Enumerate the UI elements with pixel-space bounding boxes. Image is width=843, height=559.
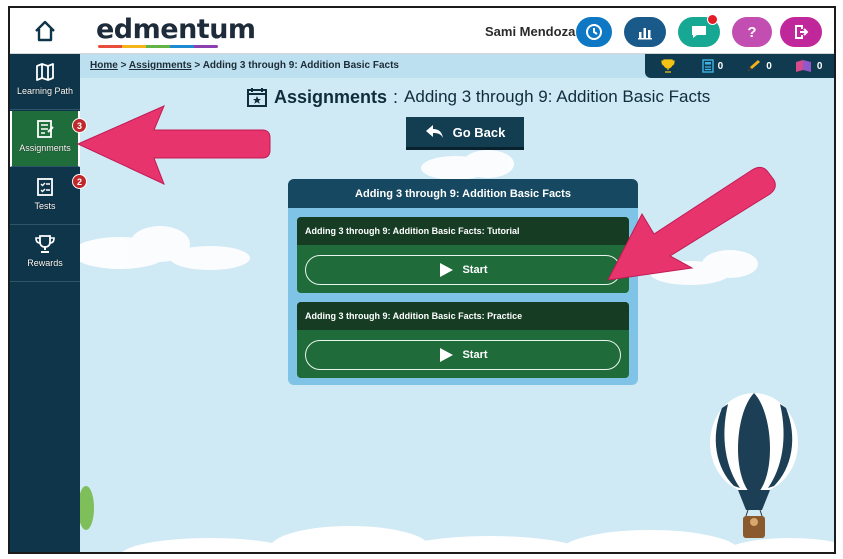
calculator-count: 0 (717, 60, 724, 72)
page-title: Assignments : Adding 3 through 9: Additi… (246, 86, 710, 108)
go-back-label: Go Back (452, 124, 506, 140)
sidebar-item-label: Tests (34, 201, 56, 211)
calculator-icon (701, 59, 714, 73)
flag-icon (795, 60, 811, 72)
sidebar-item-learning-path[interactable]: Learning Path (10, 54, 80, 110)
card-title: Adding 3 through 9: Addition Basic Facts (288, 179, 638, 208)
activity-practice: Adding 3 through 9: Addition Basic Facts… (297, 302, 629, 378)
page-title-separator: : (393, 86, 399, 107)
home-button[interactable] (10, 8, 80, 54)
map-icon (36, 63, 54, 81)
sidebar-item-rewards[interactable]: Rewards (10, 226, 80, 282)
activity-tutorial: Adding 3 through 9: Addition Basic Facts… (297, 217, 629, 293)
clock-icon (586, 24, 602, 40)
start-label: Start (462, 349, 488, 361)
sidebar-item-label: Rewards (27, 258, 63, 268)
assignment-icon (37, 120, 54, 138)
top-bar: edmentum Sami Mendoza ? (10, 8, 834, 54)
history-button[interactable] (576, 17, 612, 47)
breadcrumb-assignments-link[interactable]: Assignments (129, 60, 192, 71)
activity-title: Adding 3 through 9: Addition Basic Facts… (297, 217, 629, 245)
breadcrumb-separator: > (194, 60, 201, 71)
breadcrumb-separator: > (120, 60, 127, 71)
progress-button[interactable] (624, 17, 666, 47)
start-tutorial-button[interactable]: Start (305, 255, 621, 285)
home-icon (35, 20, 55, 42)
sidebar-item-label: Assignments (19, 143, 71, 153)
balloon-illustration (710, 393, 798, 538)
play-icon (440, 348, 454, 362)
go-back-button[interactable]: Go Back (406, 117, 524, 150)
help-button[interactable]: ? (732, 17, 772, 47)
exit-icon (795, 25, 809, 39)
logo-underline (98, 45, 218, 48)
breadcrumb: Home > Assignments > Adding 3 through 9:… (90, 60, 399, 71)
back-arrow-icon (425, 125, 443, 138)
annotation-arrow-left (76, 105, 271, 185)
flag-count: 0 (816, 60, 823, 72)
activity-title: Adding 3 through 9: Addition Basic Facts… (297, 302, 629, 330)
stats-panel: 0 0 0 (645, 54, 834, 78)
trophy-icon (660, 59, 675, 73)
sidebar-item-label: Learning Path (16, 86, 74, 96)
pencil-icon (748, 60, 761, 71)
start-label: Start (462, 264, 488, 276)
user-name: Sami Mendoza (485, 24, 576, 39)
assignment-card: Adding 3 through 9: Addition Basic Facts… (288, 179, 638, 385)
checklist-icon (37, 178, 53, 196)
breadcrumb-bar: Home > Assignments > Adding 3 through 9:… (80, 54, 834, 78)
breadcrumb-home-link[interactable]: Home (90, 60, 118, 71)
pencil-stat: 0 (746, 59, 772, 73)
chart-icon (638, 28, 652, 40)
page-title-strong: Assignments (274, 86, 388, 107)
logout-button[interactable] (780, 17, 822, 47)
flag-stat: 0 (795, 59, 823, 73)
calculator-stat: 0 (701, 59, 724, 73)
chat-icon (692, 26, 706, 38)
sidebar: Learning Path Assignments 3 Tests 2 Rewa… (10, 54, 87, 552)
pencil-count: 0 (766, 60, 772, 72)
sidebar-item-assignments[interactable]: Assignments (10, 111, 80, 167)
breadcrumb-current: Adding 3 through 9: Addition Basic Facts (202, 60, 399, 71)
trophy-stat (660, 59, 679, 73)
start-practice-button[interactable]: Start (305, 340, 621, 370)
notification-dot (707, 14, 718, 25)
annotation-arrow-diagonal (607, 166, 776, 281)
app-window: edmentum Sami Mendoza ? Learning Path As… (8, 6, 836, 554)
sidebar-item-tests[interactable]: Tests (10, 169, 80, 225)
edmentum-logo: edmentum (96, 14, 256, 45)
page-title-subtitle: Adding 3 through 9: Addition Basic Facts (404, 87, 711, 106)
trophy-icon (35, 235, 55, 253)
play-icon (440, 263, 454, 277)
help-icon: ? (747, 23, 757, 41)
